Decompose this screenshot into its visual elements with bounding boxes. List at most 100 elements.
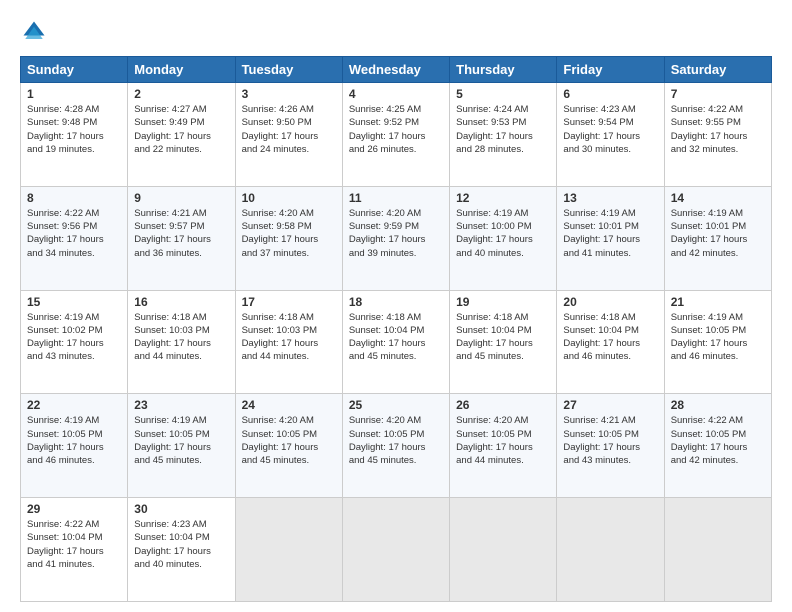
day-content: Sunrise: 4:20 AM Sunset: 9:58 PM Dayligh…: [242, 207, 336, 260]
weekday-header-tuesday: Tuesday: [235, 57, 342, 83]
day-number: 4: [349, 87, 443, 101]
day-content: Sunrise: 4:24 AM Sunset: 9:53 PM Dayligh…: [456, 103, 550, 156]
day-number: 13: [563, 191, 657, 205]
day-content: Sunrise: 4:18 AM Sunset: 10:03 PM Daylig…: [242, 311, 336, 364]
day-number: 21: [671, 295, 765, 309]
day-content: Sunrise: 4:23 AM Sunset: 9:54 PM Dayligh…: [563, 103, 657, 156]
day-cell: [450, 498, 557, 602]
day-number: 24: [242, 398, 336, 412]
day-number: 16: [134, 295, 228, 309]
logo-icon: [20, 18, 48, 46]
day-cell: 17 Sunrise: 4:18 AM Sunset: 10:03 PM Day…: [235, 290, 342, 394]
day-content: Sunrise: 4:20 AM Sunset: 10:05 PM Daylig…: [349, 414, 443, 467]
day-content: Sunrise: 4:18 AM Sunset: 10:04 PM Daylig…: [456, 311, 550, 364]
week-row-1: 1 Sunrise: 4:28 AM Sunset: 9:48 PM Dayli…: [21, 83, 772, 187]
day-cell: 22 Sunrise: 4:19 AM Sunset: 10:05 PM Day…: [21, 394, 128, 498]
day-cell: 13 Sunrise: 4:19 AM Sunset: 10:01 PM Day…: [557, 186, 664, 290]
day-cell: 14 Sunrise: 4:19 AM Sunset: 10:01 PM Day…: [664, 186, 771, 290]
day-cell: 11 Sunrise: 4:20 AM Sunset: 9:59 PM Dayl…: [342, 186, 449, 290]
day-cell: 12 Sunrise: 4:19 AM Sunset: 10:00 PM Day…: [450, 186, 557, 290]
day-cell: 7 Sunrise: 4:22 AM Sunset: 9:55 PM Dayli…: [664, 83, 771, 187]
day-cell: 26 Sunrise: 4:20 AM Sunset: 10:05 PM Day…: [450, 394, 557, 498]
day-cell: 16 Sunrise: 4:18 AM Sunset: 10:03 PM Day…: [128, 290, 235, 394]
day-number: 18: [349, 295, 443, 309]
day-cell: 9 Sunrise: 4:21 AM Sunset: 9:57 PM Dayli…: [128, 186, 235, 290]
day-number: 3: [242, 87, 336, 101]
day-number: 27: [563, 398, 657, 412]
day-content: Sunrise: 4:19 AM Sunset: 10:05 PM Daylig…: [134, 414, 228, 467]
weekday-header-sunday: Sunday: [21, 57, 128, 83]
day-number: 26: [456, 398, 550, 412]
weekday-header-saturday: Saturday: [664, 57, 771, 83]
day-content: Sunrise: 4:18 AM Sunset: 10:04 PM Daylig…: [349, 311, 443, 364]
day-cell: 15 Sunrise: 4:19 AM Sunset: 10:02 PM Day…: [21, 290, 128, 394]
day-cell: 4 Sunrise: 4:25 AM Sunset: 9:52 PM Dayli…: [342, 83, 449, 187]
day-cell: [235, 498, 342, 602]
day-content: Sunrise: 4:22 AM Sunset: 9:56 PM Dayligh…: [27, 207, 121, 260]
weekday-header-thursday: Thursday: [450, 57, 557, 83]
day-cell: 23 Sunrise: 4:19 AM Sunset: 10:05 PM Day…: [128, 394, 235, 498]
day-content: Sunrise: 4:20 AM Sunset: 9:59 PM Dayligh…: [349, 207, 443, 260]
day-content: Sunrise: 4:19 AM Sunset: 10:05 PM Daylig…: [671, 311, 765, 364]
logo: [20, 18, 52, 46]
day-content: Sunrise: 4:22 AM Sunset: 10:05 PM Daylig…: [671, 414, 765, 467]
day-number: 1: [27, 87, 121, 101]
day-content: Sunrise: 4:20 AM Sunset: 10:05 PM Daylig…: [456, 414, 550, 467]
day-cell: 30 Sunrise: 4:23 AM Sunset: 10:04 PM Day…: [128, 498, 235, 602]
weekday-header-row: SundayMondayTuesdayWednesdayThursdayFrid…: [21, 57, 772, 83]
day-cell: 27 Sunrise: 4:21 AM Sunset: 10:05 PM Day…: [557, 394, 664, 498]
day-number: 25: [349, 398, 443, 412]
week-row-4: 22 Sunrise: 4:19 AM Sunset: 10:05 PM Day…: [21, 394, 772, 498]
day-number: 8: [27, 191, 121, 205]
day-cell: [342, 498, 449, 602]
week-row-5: 29 Sunrise: 4:22 AM Sunset: 10:04 PM Day…: [21, 498, 772, 602]
day-number: 9: [134, 191, 228, 205]
day-number: 17: [242, 295, 336, 309]
day-cell: 21 Sunrise: 4:19 AM Sunset: 10:05 PM Day…: [664, 290, 771, 394]
day-cell: 2 Sunrise: 4:27 AM Sunset: 9:49 PM Dayli…: [128, 83, 235, 187]
day-content: Sunrise: 4:19 AM Sunset: 10:00 PM Daylig…: [456, 207, 550, 260]
day-content: Sunrise: 4:19 AM Sunset: 10:01 PM Daylig…: [671, 207, 765, 260]
day-number: 28: [671, 398, 765, 412]
day-number: 14: [671, 191, 765, 205]
day-cell: 28 Sunrise: 4:22 AM Sunset: 10:05 PM Day…: [664, 394, 771, 498]
day-content: Sunrise: 4:25 AM Sunset: 9:52 PM Dayligh…: [349, 103, 443, 156]
day-content: Sunrise: 4:18 AM Sunset: 10:04 PM Daylig…: [563, 311, 657, 364]
day-cell: [664, 498, 771, 602]
day-cell: 19 Sunrise: 4:18 AM Sunset: 10:04 PM Day…: [450, 290, 557, 394]
day-cell: 1 Sunrise: 4:28 AM Sunset: 9:48 PM Dayli…: [21, 83, 128, 187]
day-content: Sunrise: 4:20 AM Sunset: 10:05 PM Daylig…: [242, 414, 336, 467]
week-row-3: 15 Sunrise: 4:19 AM Sunset: 10:02 PM Day…: [21, 290, 772, 394]
day-cell: 29 Sunrise: 4:22 AM Sunset: 10:04 PM Day…: [21, 498, 128, 602]
day-number: 20: [563, 295, 657, 309]
day-content: Sunrise: 4:18 AM Sunset: 10:03 PM Daylig…: [134, 311, 228, 364]
day-number: 22: [27, 398, 121, 412]
day-cell: 25 Sunrise: 4:20 AM Sunset: 10:05 PM Day…: [342, 394, 449, 498]
day-number: 30: [134, 502, 228, 516]
day-number: 11: [349, 191, 443, 205]
day-number: 29: [27, 502, 121, 516]
day-number: 2: [134, 87, 228, 101]
day-content: Sunrise: 4:23 AM Sunset: 10:04 PM Daylig…: [134, 518, 228, 571]
weekday-header-monday: Monday: [128, 57, 235, 83]
week-row-2: 8 Sunrise: 4:22 AM Sunset: 9:56 PM Dayli…: [21, 186, 772, 290]
day-content: Sunrise: 4:26 AM Sunset: 9:50 PM Dayligh…: [242, 103, 336, 156]
day-content: Sunrise: 4:27 AM Sunset: 9:49 PM Dayligh…: [134, 103, 228, 156]
day-content: Sunrise: 4:22 AM Sunset: 9:55 PM Dayligh…: [671, 103, 765, 156]
calendar-table: SundayMondayTuesdayWednesdayThursdayFrid…: [20, 56, 772, 602]
day-cell: 24 Sunrise: 4:20 AM Sunset: 10:05 PM Day…: [235, 394, 342, 498]
day-content: Sunrise: 4:19 AM Sunset: 10:01 PM Daylig…: [563, 207, 657, 260]
day-content: Sunrise: 4:21 AM Sunset: 10:05 PM Daylig…: [563, 414, 657, 467]
day-cell: 5 Sunrise: 4:24 AM Sunset: 9:53 PM Dayli…: [450, 83, 557, 187]
header: [20, 18, 772, 46]
day-cell: 6 Sunrise: 4:23 AM Sunset: 9:54 PM Dayli…: [557, 83, 664, 187]
day-number: 19: [456, 295, 550, 309]
page: SundayMondayTuesdayWednesdayThursdayFrid…: [0, 0, 792, 612]
day-cell: 20 Sunrise: 4:18 AM Sunset: 10:04 PM Day…: [557, 290, 664, 394]
weekday-header-wednesday: Wednesday: [342, 57, 449, 83]
day-cell: 18 Sunrise: 4:18 AM Sunset: 10:04 PM Day…: [342, 290, 449, 394]
day-number: 12: [456, 191, 550, 205]
day-number: 15: [27, 295, 121, 309]
day-cell: 10 Sunrise: 4:20 AM Sunset: 9:58 PM Dayl…: [235, 186, 342, 290]
day-cell: 8 Sunrise: 4:22 AM Sunset: 9:56 PM Dayli…: [21, 186, 128, 290]
